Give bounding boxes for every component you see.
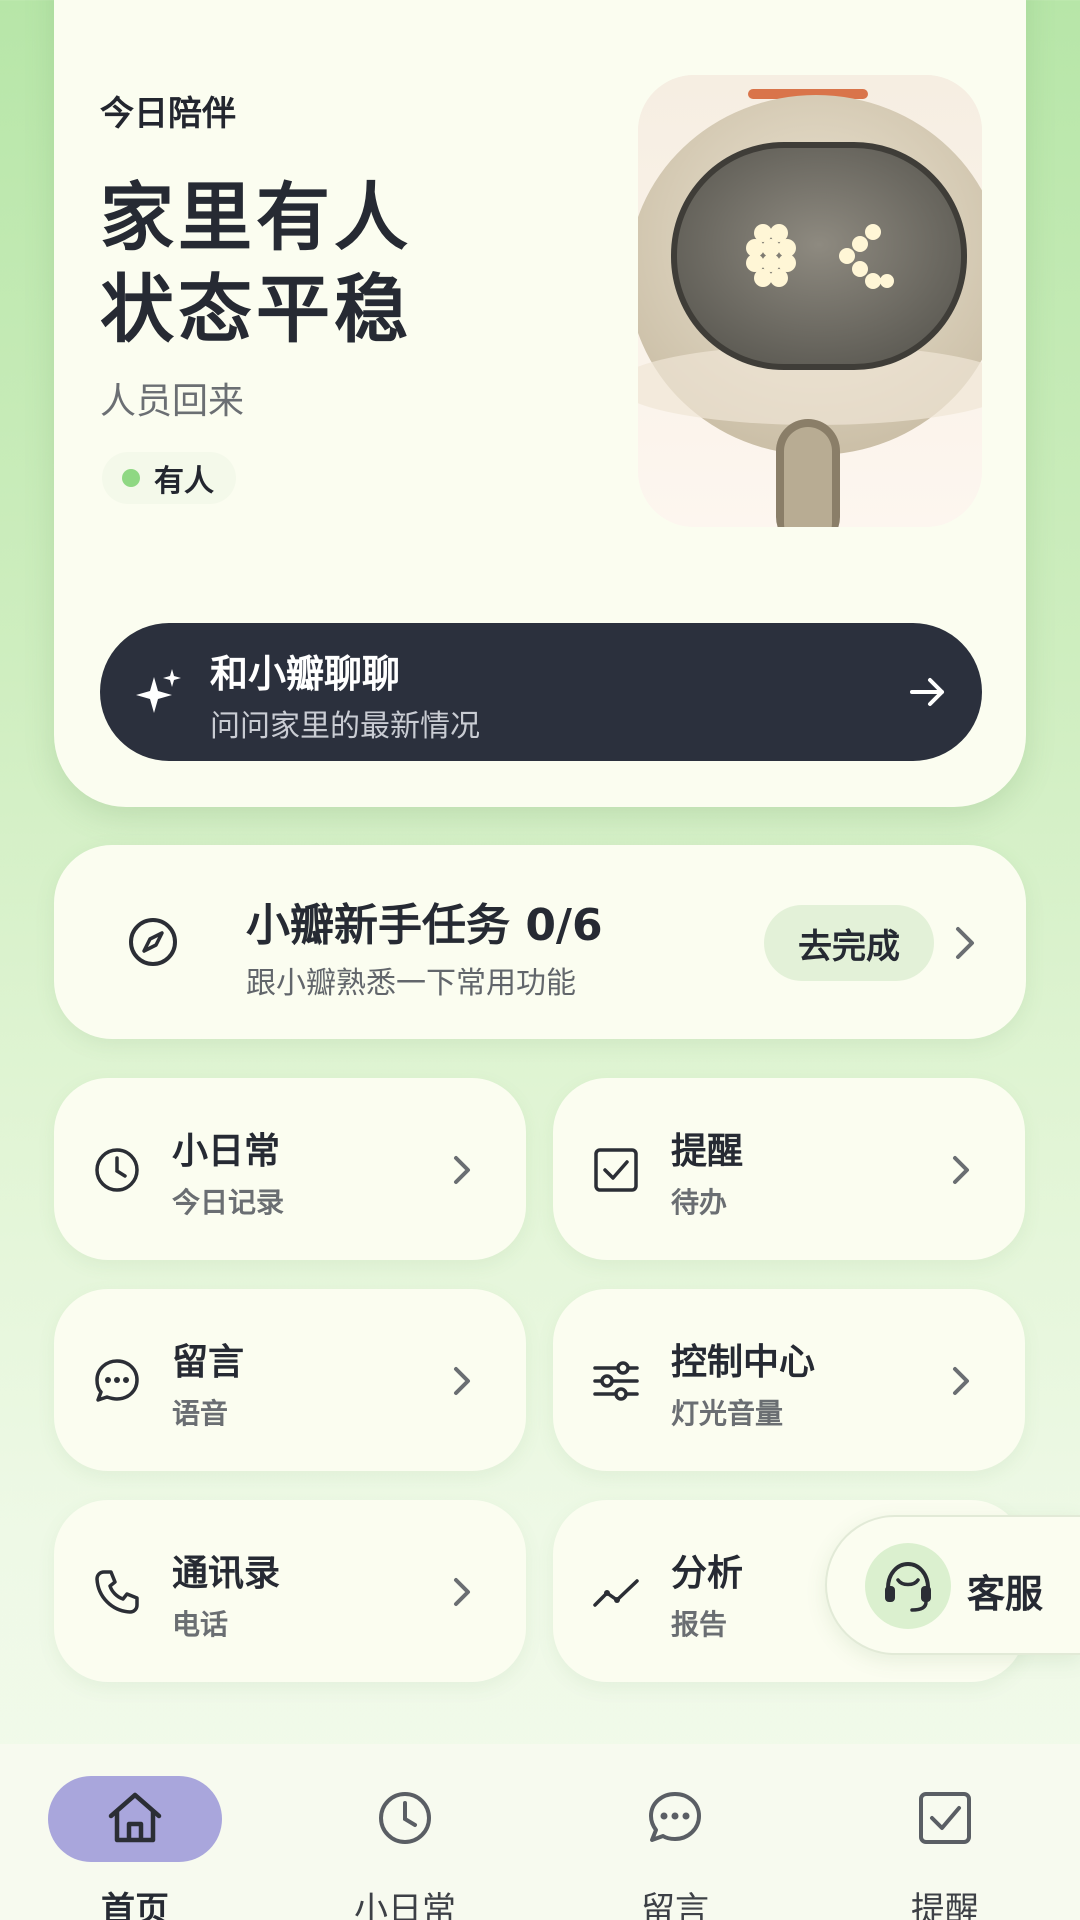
chat-title: 和小瓣聊聊	[210, 652, 401, 696]
chevron-right-icon	[454, 1156, 470, 1184]
tile-subtitle: 报告	[671, 1608, 728, 1641]
tile-title: 留言	[172, 1342, 245, 1383]
status-dot-icon	[122, 469, 140, 487]
tile-title: 小日常	[172, 1131, 281, 1172]
task-title: 小瓣新手任务 0/6	[246, 900, 603, 951]
customer-service-button[interactable]: 客服	[825, 1515, 1080, 1655]
clock-icon	[95, 1148, 139, 1192]
tile-daily[interactable]: 小日常 今日记录	[54, 1078, 526, 1260]
tile-title: 提醒	[671, 1131, 744, 1172]
chat-with-xiaoban-button[interactable]: 和小瓣聊聊 问问家里的最新情况	[100, 623, 982, 761]
tile-subtitle: 语音	[172, 1397, 229, 1430]
chevron-right-icon	[454, 1367, 470, 1395]
tile-subtitle: 今日记录	[172, 1186, 285, 1219]
chat-bubble-icon	[95, 1359, 139, 1402]
robot-illustration	[638, 75, 982, 527]
tile-messages[interactable]: 留言 语音	[54, 1289, 526, 1471]
nav-tab-daily[interactable]: 小日常	[270, 1744, 540, 1920]
tile-title: 控制中心	[671, 1342, 816, 1383]
clock-icon	[379, 1792, 431, 1844]
nav-tab-reminders[interactable]: 提醒	[810, 1744, 1080, 1920]
hero-subtitle: 人员回来	[100, 381, 245, 422]
nav-label: 首页	[101, 1890, 169, 1920]
headset-icon-bg	[865, 1543, 951, 1629]
customer-service-label: 客服	[967, 1572, 1044, 1616]
tile-title: 通讯录	[172, 1553, 281, 1594]
nav-label: 小日常	[354, 1890, 456, 1920]
nav-label: 留言	[641, 1890, 709, 1920]
chevron-right-icon	[454, 1578, 470, 1606]
phone-icon	[95, 1570, 139, 1614]
chevron-right-icon	[956, 927, 974, 959]
sparkles-icon	[136, 669, 181, 713]
status-label: 有人	[154, 464, 214, 499]
tile-title: 分析	[671, 1553, 744, 1594]
tile-subtitle: 电话	[172, 1608, 229, 1641]
sliders-icon	[593, 1361, 639, 1401]
checkbox-icon	[919, 1792, 971, 1844]
presence-status-badge: 有人	[102, 452, 236, 504]
hero-title-line1: 家里有人	[100, 175, 412, 261]
nav-tab-messages[interactable]: 留言	[540, 1744, 810, 1920]
hero-card: 今日陪伴 家里有人 状态平稳 人员回来 有人 和小瓣聊聊 问问家里的最新情况	[54, 0, 1026, 807]
tile-subtitle: 待办	[671, 1186, 728, 1219]
hero-kicker: 今日陪伴	[100, 94, 236, 134]
go-complete-button[interactable]: 去完成	[764, 905, 934, 981]
chat-subtitle: 问问家里的最新情况	[210, 709, 480, 744]
nav-label: 提醒	[911, 1890, 979, 1920]
chat-bubble-icon	[649, 1792, 701, 1842]
chevron-right-icon	[953, 1156, 969, 1184]
nav-tab-home[interactable]: 首页	[0, 1744, 270, 1920]
hero-title-line2: 状态平稳	[100, 267, 412, 353]
tile-subtitle: 灯光音量	[671, 1397, 784, 1430]
tile-contacts[interactable]: 通讯录 电话	[54, 1500, 526, 1682]
chevron-right-icon	[953, 1367, 969, 1395]
bottom-navigation: 首页 小日常 留言 提醒	[0, 1744, 1080, 1920]
tile-control-center[interactable]: 控制中心 灯光音量	[553, 1289, 1025, 1471]
task-subtitle: 跟小瓣熟悉一下常用功能	[246, 966, 576, 1001]
newbie-task-card[interactable]: 小瓣新手任务 0/6 跟小瓣熟悉一下常用功能 去完成	[54, 845, 1026, 1039]
arrow-right-icon	[910, 678, 944, 706]
trend-line-icon	[593, 1579, 639, 1607]
home-icon	[108, 1792, 162, 1843]
compass-icon	[129, 918, 177, 966]
checkbox-icon	[594, 1148, 638, 1192]
tile-reminders[interactable]: 提醒 待办	[553, 1078, 1025, 1260]
robot-image	[638, 75, 982, 527]
headset-icon	[885, 1561, 931, 1612]
